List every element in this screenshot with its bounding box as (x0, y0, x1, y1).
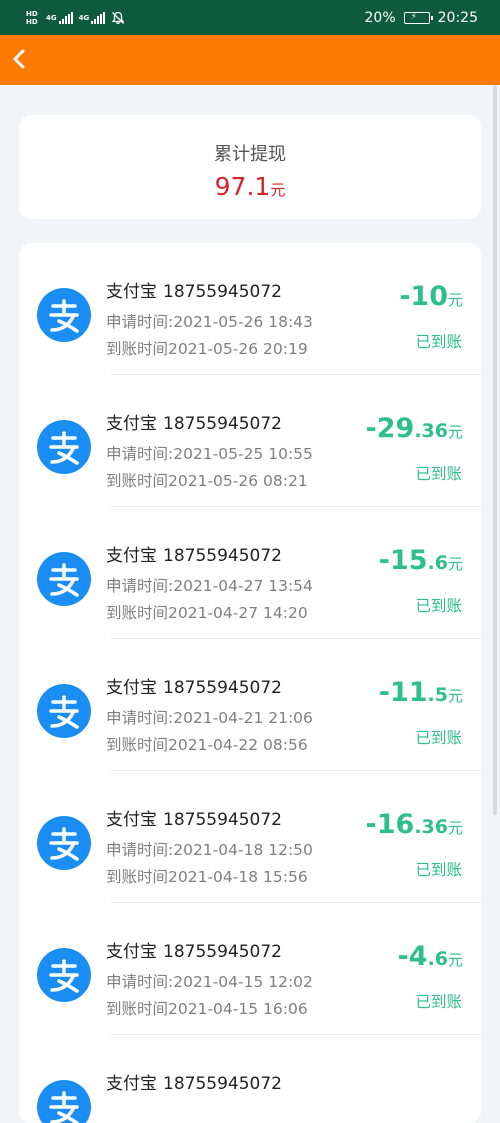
item-account: 18755945072 (163, 1074, 282, 1094)
item-status: 已到账 (415, 729, 462, 747)
item-title: 支付宝 18755945072 (106, 409, 282, 434)
item-title: 支付宝 18755945072 (106, 673, 282, 698)
item-arrive-time: 到账时间2021-05-26 20:19 (106, 340, 308, 358)
item-amount: -10元 (399, 281, 463, 312)
item-status: 已到账 (415, 993, 462, 1011)
item-amount-unit: 元 (447, 951, 463, 969)
item-amount-int: -10 (399, 281, 448, 312)
item-method: 支付宝 (106, 678, 157, 698)
scrollbar[interactable] (493, 85, 497, 815)
alipay-icon (37, 420, 91, 474)
list-item[interactable]: 支付宝 18755945072 申请时间:2021-05-25 10:55 到账时… (19, 375, 481, 507)
status-bar: HD HD 4G 4G 20% ⚡ 20:25 (0, 0, 500, 35)
battery-icon: ⚡ (403, 11, 433, 24)
item-status: 已到账 (415, 861, 462, 879)
list-item[interactable]: 支付宝 18755945072 申请时间:2021-04-18 12:50 到账时… (19, 771, 481, 903)
item-amount-dec: .6 (427, 948, 448, 970)
item-account: 18755945072 (163, 282, 282, 302)
list-item[interactable]: 支付宝 18755945072 申请时间:2021-04-15 12:02 到账时… (19, 903, 481, 1035)
item-account: 18755945072 (163, 678, 282, 698)
item-title: 支付宝 18755945072 (106, 1069, 282, 1094)
item-apply-time: 申请时间:2021-04-21 21:06 (106, 709, 313, 727)
network-gen-2: 4G (78, 13, 90, 22)
battery-percent: 20% (364, 9, 396, 26)
item-amount-int: -15 (378, 545, 428, 576)
item-amount-unit: 元 (447, 687, 463, 705)
item-apply-time: 申请时间:2021-04-18 12:50 (106, 841, 313, 859)
summary-amount-value: 97.1 (214, 172, 271, 201)
item-amount-unit: 元 (447, 555, 463, 573)
item-apply-time: 申请时间:2021-05-25 10:55 (106, 445, 313, 463)
item-apply-time: 申请时间:2021-04-15 12:02 (106, 973, 313, 991)
list-item[interactable]: 支付宝 18755945072 申请时间:2021-04-27 13:54 到账时… (19, 507, 481, 639)
item-account: 18755945072 (163, 942, 282, 962)
item-account: 18755945072 (163, 414, 282, 434)
item-account: 18755945072 (163, 810, 282, 830)
alipay-icon (37, 816, 91, 870)
status-right: 20% ⚡ 20:25 (365, 10, 478, 26)
item-amount-dec: .36 (414, 420, 448, 442)
alipay-icon (37, 948, 91, 1002)
item-title: 支付宝 18755945072 (106, 937, 282, 962)
item-amount: -29.36元 (366, 413, 463, 444)
alipay-icon (37, 684, 91, 738)
item-title: 支付宝 18755945072 (106, 805, 282, 830)
item-title: 支付宝 18755945072 (106, 277, 282, 302)
item-method: 支付宝 (106, 810, 157, 830)
item-status: 已到账 (415, 465, 462, 483)
summary-amount-unit: 元 (270, 181, 286, 199)
clock: 20:25 (437, 9, 478, 26)
item-arrive-time: 到账时间2021-04-27 14:20 (106, 604, 308, 622)
item-amount-int: -29 (365, 413, 415, 444)
item-account: 18755945072 (163, 546, 282, 566)
item-amount-int: -16 (365, 809, 415, 840)
item-amount: -15.6元 (379, 545, 463, 576)
item-status: 已到账 (415, 597, 462, 615)
item-arrive-time: 到账时间2021-04-22 08:56 (106, 736, 308, 754)
alipay-icon (37, 1080, 91, 1123)
item-arrive-time: 到账时间2021-05-26 08:21 (106, 472, 308, 490)
item-amount-unit: 元 (447, 819, 463, 837)
item-amount-dec: .36 (414, 816, 448, 838)
bell-off-icon (111, 11, 125, 24)
hd-tag-1: HD (26, 9, 38, 18)
chevron-left-icon[interactable] (8, 47, 32, 71)
signal-icon (58, 11, 73, 24)
withdrawal-list: 支付宝 18755945072 申请时间:2021-05-26 18:43 到账时… (19, 243, 481, 1123)
summary-label: 累计提现 (214, 144, 286, 165)
hd-tags: HD HD (26, 10, 40, 26)
network-gen-1: 4G (46, 13, 57, 22)
item-amount: -16.36元 (366, 809, 463, 840)
status-left: HD HD 4G 4G (26, 10, 125, 26)
signal-icon-2 (91, 11, 106, 24)
item-amount: -11.5元 (379, 677, 463, 708)
item-arrive-time: 到账时间2021-04-15 16:06 (106, 1000, 308, 1018)
item-amount-int: -4 (397, 941, 428, 972)
item-amount-dec: .6 (427, 552, 448, 574)
item-amount-int: -11 (378, 677, 428, 708)
item-method: 支付宝 (106, 942, 157, 962)
item-arrive-time: 到账时间2021-04-18 15:56 (106, 868, 308, 886)
summary-card: 累计提现 97.1元 (19, 115, 481, 219)
alipay-icon (37, 552, 91, 606)
item-status: 已到账 (415, 333, 462, 351)
item-amount-unit: 元 (447, 423, 463, 441)
alipay-icon (37, 288, 91, 342)
item-title: 支付宝 18755945072 (106, 541, 282, 566)
summary-amount: 97.1元 (19, 172, 481, 201)
toolbar (0, 35, 500, 85)
list-item[interactable]: 支付宝 18755945072 申请时间:2021-04-21 21:06 到账时… (19, 639, 481, 771)
list-item[interactable]: 支付宝 18755945072 申请时间:2021-05-26 18:43 到账时… (19, 243, 481, 375)
item-method: 支付宝 (106, 282, 157, 302)
item-method: 支付宝 (106, 414, 157, 434)
item-method: 支付宝 (106, 546, 157, 566)
item-amount-dec: .5 (427, 684, 448, 706)
item-method: 支付宝 (106, 1074, 157, 1094)
item-amount-unit: 元 (447, 291, 463, 309)
item-apply-time: 申请时间:2021-04-27 13:54 (106, 577, 313, 595)
hd-tag-2: HD (26, 17, 38, 26)
list-item[interactable]: 支付宝 18755945072 (19, 1035, 481, 1123)
item-amount: -4.6元 (398, 941, 463, 972)
item-apply-time: 申请时间:2021-05-26 18:43 (106, 313, 313, 331)
